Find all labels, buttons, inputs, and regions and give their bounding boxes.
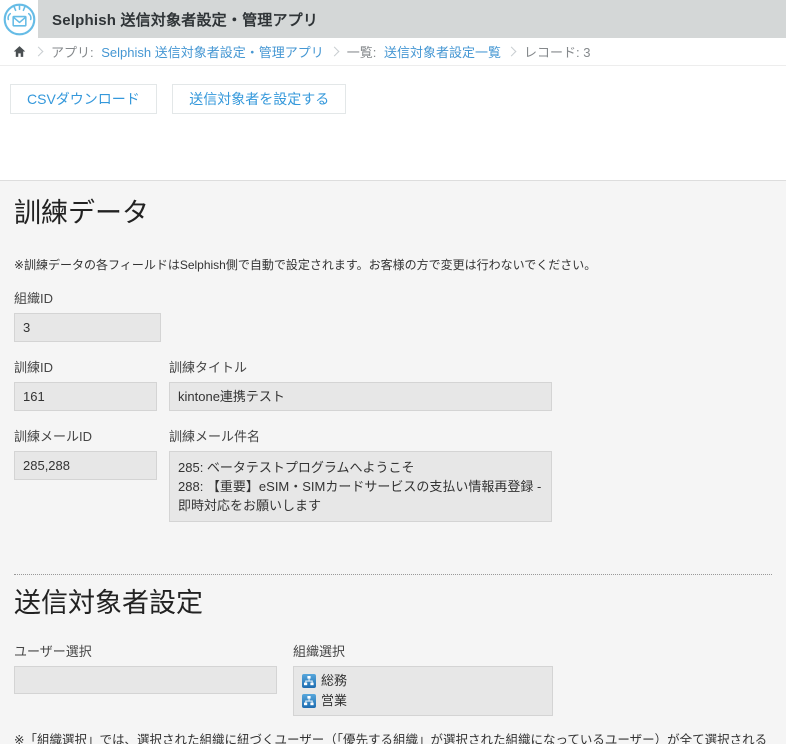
organization-icon <box>302 674 316 688</box>
recipient-note: ※「組織選択」では、選択された組織に紐づくユーザー（「優先する組織」が選択された… <box>14 729 772 744</box>
breadcrumb-app-prefix: アプリ: <box>51 45 94 60</box>
breadcrumb: アプリ: Selphish 送信対象者設定・管理アプリ 一覧: 送信対象者設定一… <box>0 38 786 66</box>
field-training-mail-subject: 訓練メール件名 285: ベータテストプログラムへようこそ 288: 【重要】e… <box>169 426 552 522</box>
breadcrumb-app-link[interactable]: Selphish 送信対象者設定・管理アプリ <box>101 45 323 60</box>
training-mail-subject-label: 訓練メール件名 <box>169 426 552 445</box>
training-title-label: 訓練タイトル <box>169 357 552 376</box>
chevron-right-icon <box>34 47 44 57</box>
app-header: Selphish 送信対象者設定・管理アプリ <box>0 0 786 38</box>
field-row: 訓練メールID 285,288 訓練メール件名 285: ベータテストプログラム… <box>14 426 772 522</box>
field-training-id: 訓練ID 161 <box>14 357 157 411</box>
training-mail-subject-value: 285: ベータテストプログラムへようこそ 288: 【重要】eSIM・SIMカ… <box>169 451 552 522</box>
selphish-logo-icon <box>2 2 37 37</box>
breadcrumb-app: アプリ: Selphish 送信対象者設定・管理アプリ <box>51 42 324 61</box>
user-select-label: ユーザー選択 <box>14 641 277 660</box>
chevron-right-icon <box>507 47 517 57</box>
field-training-mail-id: 訓練メールID 285,288 <box>14 426 157 522</box>
org-id-value: 3 <box>14 313 161 342</box>
organization-icon <box>302 694 316 708</box>
training-data-note: ※訓練データの各フィールドはSelphish側で自動で設定されます。お客様の方で… <box>14 256 772 273</box>
breadcrumb-view: 一覧: 送信対象者設定一覧 <box>347 42 501 61</box>
home-icon[interactable] <box>10 43 28 61</box>
org-select-item: 総務 <box>302 671 544 691</box>
field-org-id: 組織ID 3 <box>14 288 161 342</box>
app-title: Selphish 送信対象者設定・管理アプリ <box>52 9 318 30</box>
breadcrumb-view-link[interactable]: 送信対象者設定一覧 <box>384 45 501 60</box>
field-row: ユーザー選択 組織選択 <box>14 641 772 716</box>
field-training-title: 訓練タイトル kintone連携テスト <box>169 357 552 411</box>
training-mail-id-value: 285,288 <box>14 451 157 480</box>
training-id-value: 161 <box>14 382 157 411</box>
field-row: 組織ID 3 <box>14 288 772 342</box>
training-id-label: 訓練ID <box>14 357 157 376</box>
app-logo[interactable] <box>0 0 38 38</box>
section-divider <box>14 574 772 575</box>
breadcrumb-view-prefix: 一覧: <box>347 45 377 60</box>
recipient-section-title: 送信対象者設定 <box>14 587 772 621</box>
org-select-label: 組織選択 <box>293 641 553 660</box>
org-select-item-name: 総務 <box>321 672 347 689</box>
csv-download-button[interactable]: CSVダウンロード <box>10 84 157 114</box>
org-select-item: 営業 <box>302 691 544 711</box>
breadcrumb-record-label: レコード: 3 <box>524 42 590 61</box>
org-id-label: 組織ID <box>14 288 161 307</box>
training-title-value: kintone連携テスト <box>169 382 552 411</box>
record-detail: 訓練データ ※訓練データの各フィールドはSelphish側で自動で設定されます。… <box>0 180 786 744</box>
chevron-right-icon <box>329 47 339 57</box>
field-user-select: ユーザー選択 <box>14 641 277 716</box>
page: Selphish 送信対象者設定・管理アプリ アプリ: Selphish 送信対… <box>0 0 786 744</box>
app-header-bar: Selphish 送信対象者設定・管理アプリ <box>38 0 786 38</box>
user-select-input[interactable] <box>14 666 277 694</box>
record-toolbar: CSVダウンロード 送信対象者を設定する <box>0 66 786 180</box>
set-recipients-button[interactable]: 送信対象者を設定する <box>172 84 346 114</box>
field-row: 訓練ID 161 訓練タイトル kintone連携テスト <box>14 357 772 411</box>
org-select-item-name: 営業 <box>321 692 347 709</box>
field-org-select: 組織選択 <box>293 641 553 716</box>
training-data-section-title: 訓練データ <box>14 197 772 231</box>
training-mail-id-label: 訓練メールID <box>14 426 157 445</box>
org-select-box[interactable]: 総務 <box>293 666 553 716</box>
